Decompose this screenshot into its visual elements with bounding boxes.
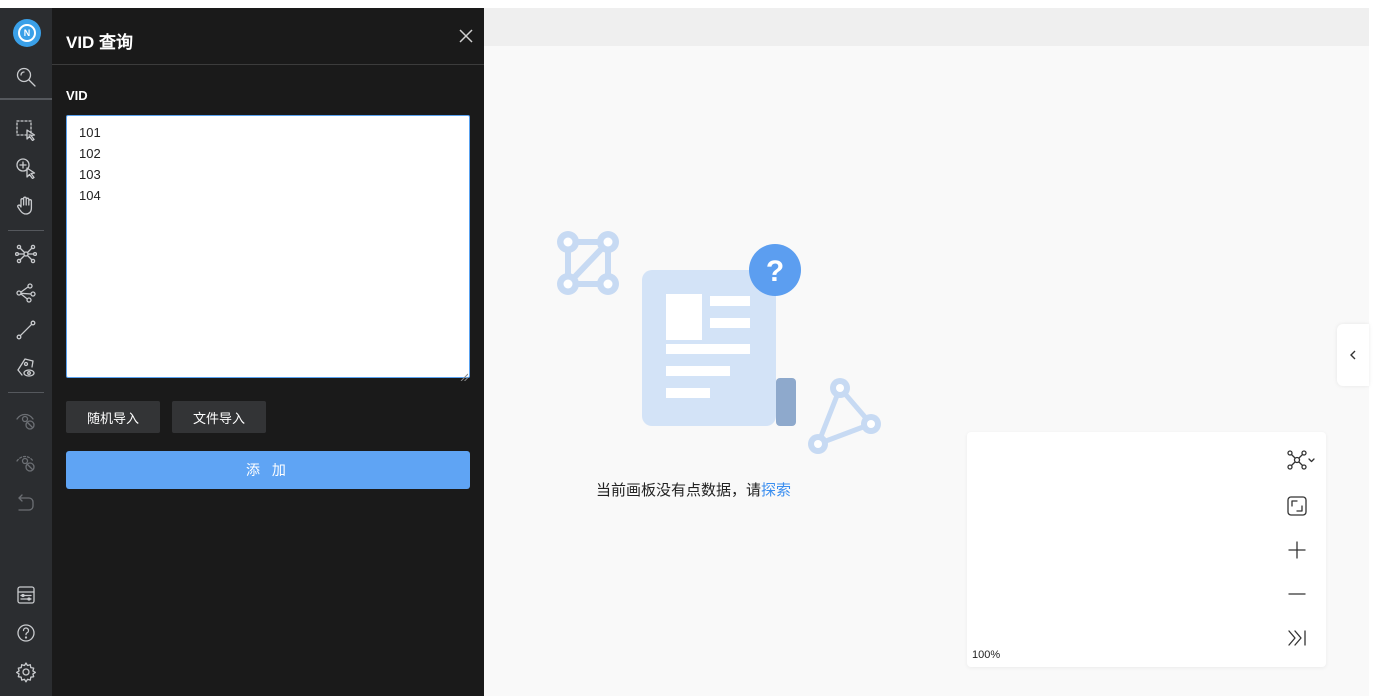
undo-icon[interactable] [12, 488, 40, 516]
toolbar-divider [8, 392, 44, 393]
add-node-icon[interactable] [12, 154, 40, 182]
panel-icon[interactable] [12, 581, 40, 609]
help-icon[interactable] [12, 619, 40, 647]
collapse-right-panel-button[interactable] [1337, 324, 1369, 386]
select-box-icon[interactable] [12, 116, 40, 144]
panel-divider [52, 64, 484, 65]
hide-icon[interactable] [12, 406, 40, 434]
line-icon[interactable] [12, 316, 40, 344]
random-import-button[interactable]: 随机导入 [66, 401, 160, 433]
empty-state-message: 当前画板没有点数据，请探索 [596, 479, 791, 500]
vid-field-label: VID [66, 88, 88, 103]
path-icon[interactable] [12, 278, 40, 306]
layout-icon [1287, 450, 1307, 470]
toolbar-divider [0, 98, 52, 100]
right-edge [1369, 8, 1375, 696]
resize-handle-icon[interactable] [460, 368, 469, 382]
vid-query-panel: VID 查询 VID 随机导入 文件导入 添 加 [52, 8, 484, 696]
tag-view-icon[interactable] [12, 354, 40, 382]
svg-text:?: ? [766, 255, 784, 288]
add-button[interactable]: 添 加 [66, 451, 470, 489]
search-icon[interactable] [12, 63, 40, 91]
logo-icon[interactable]: N [13, 19, 41, 47]
expand-icon[interactable] [12, 240, 40, 268]
chevron-left-icon [1350, 350, 1356, 360]
canvas-header [484, 8, 1369, 46]
zoom-level: 100% [972, 649, 1001, 661]
minimap-panel: 100% [967, 432, 1326, 667]
layout-select-button[interactable] [1283, 446, 1319, 474]
toolbar-divider [8, 230, 44, 231]
left-toolbar: N [0, 8, 52, 696]
file-import-button[interactable]: 文件导入 [172, 401, 266, 433]
collapse-minimap-icon[interactable] [1283, 624, 1311, 652]
zoom-out-icon[interactable] [1283, 580, 1311, 608]
fit-view-icon[interactable] [1283, 492, 1311, 520]
zoom-in-icon[interactable] [1283, 536, 1311, 564]
vid-input[interactable] [66, 115, 470, 378]
empty-state-text: 当前画板没有点数据，请 [596, 482, 762, 499]
top-strip [0, 0, 1375, 8]
chevron-down-icon [1308, 458, 1315, 463]
empty-state-illustration: ? [557, 231, 881, 454]
panel-title: VID 查询 [66, 33, 134, 52]
hand-icon[interactable] [12, 192, 40, 220]
settings-icon[interactable] [12, 658, 40, 686]
close-icon[interactable] [456, 26, 476, 46]
show-hidden-icon[interactable] [12, 448, 40, 476]
explore-link[interactable]: 探索 [761, 482, 791, 499]
